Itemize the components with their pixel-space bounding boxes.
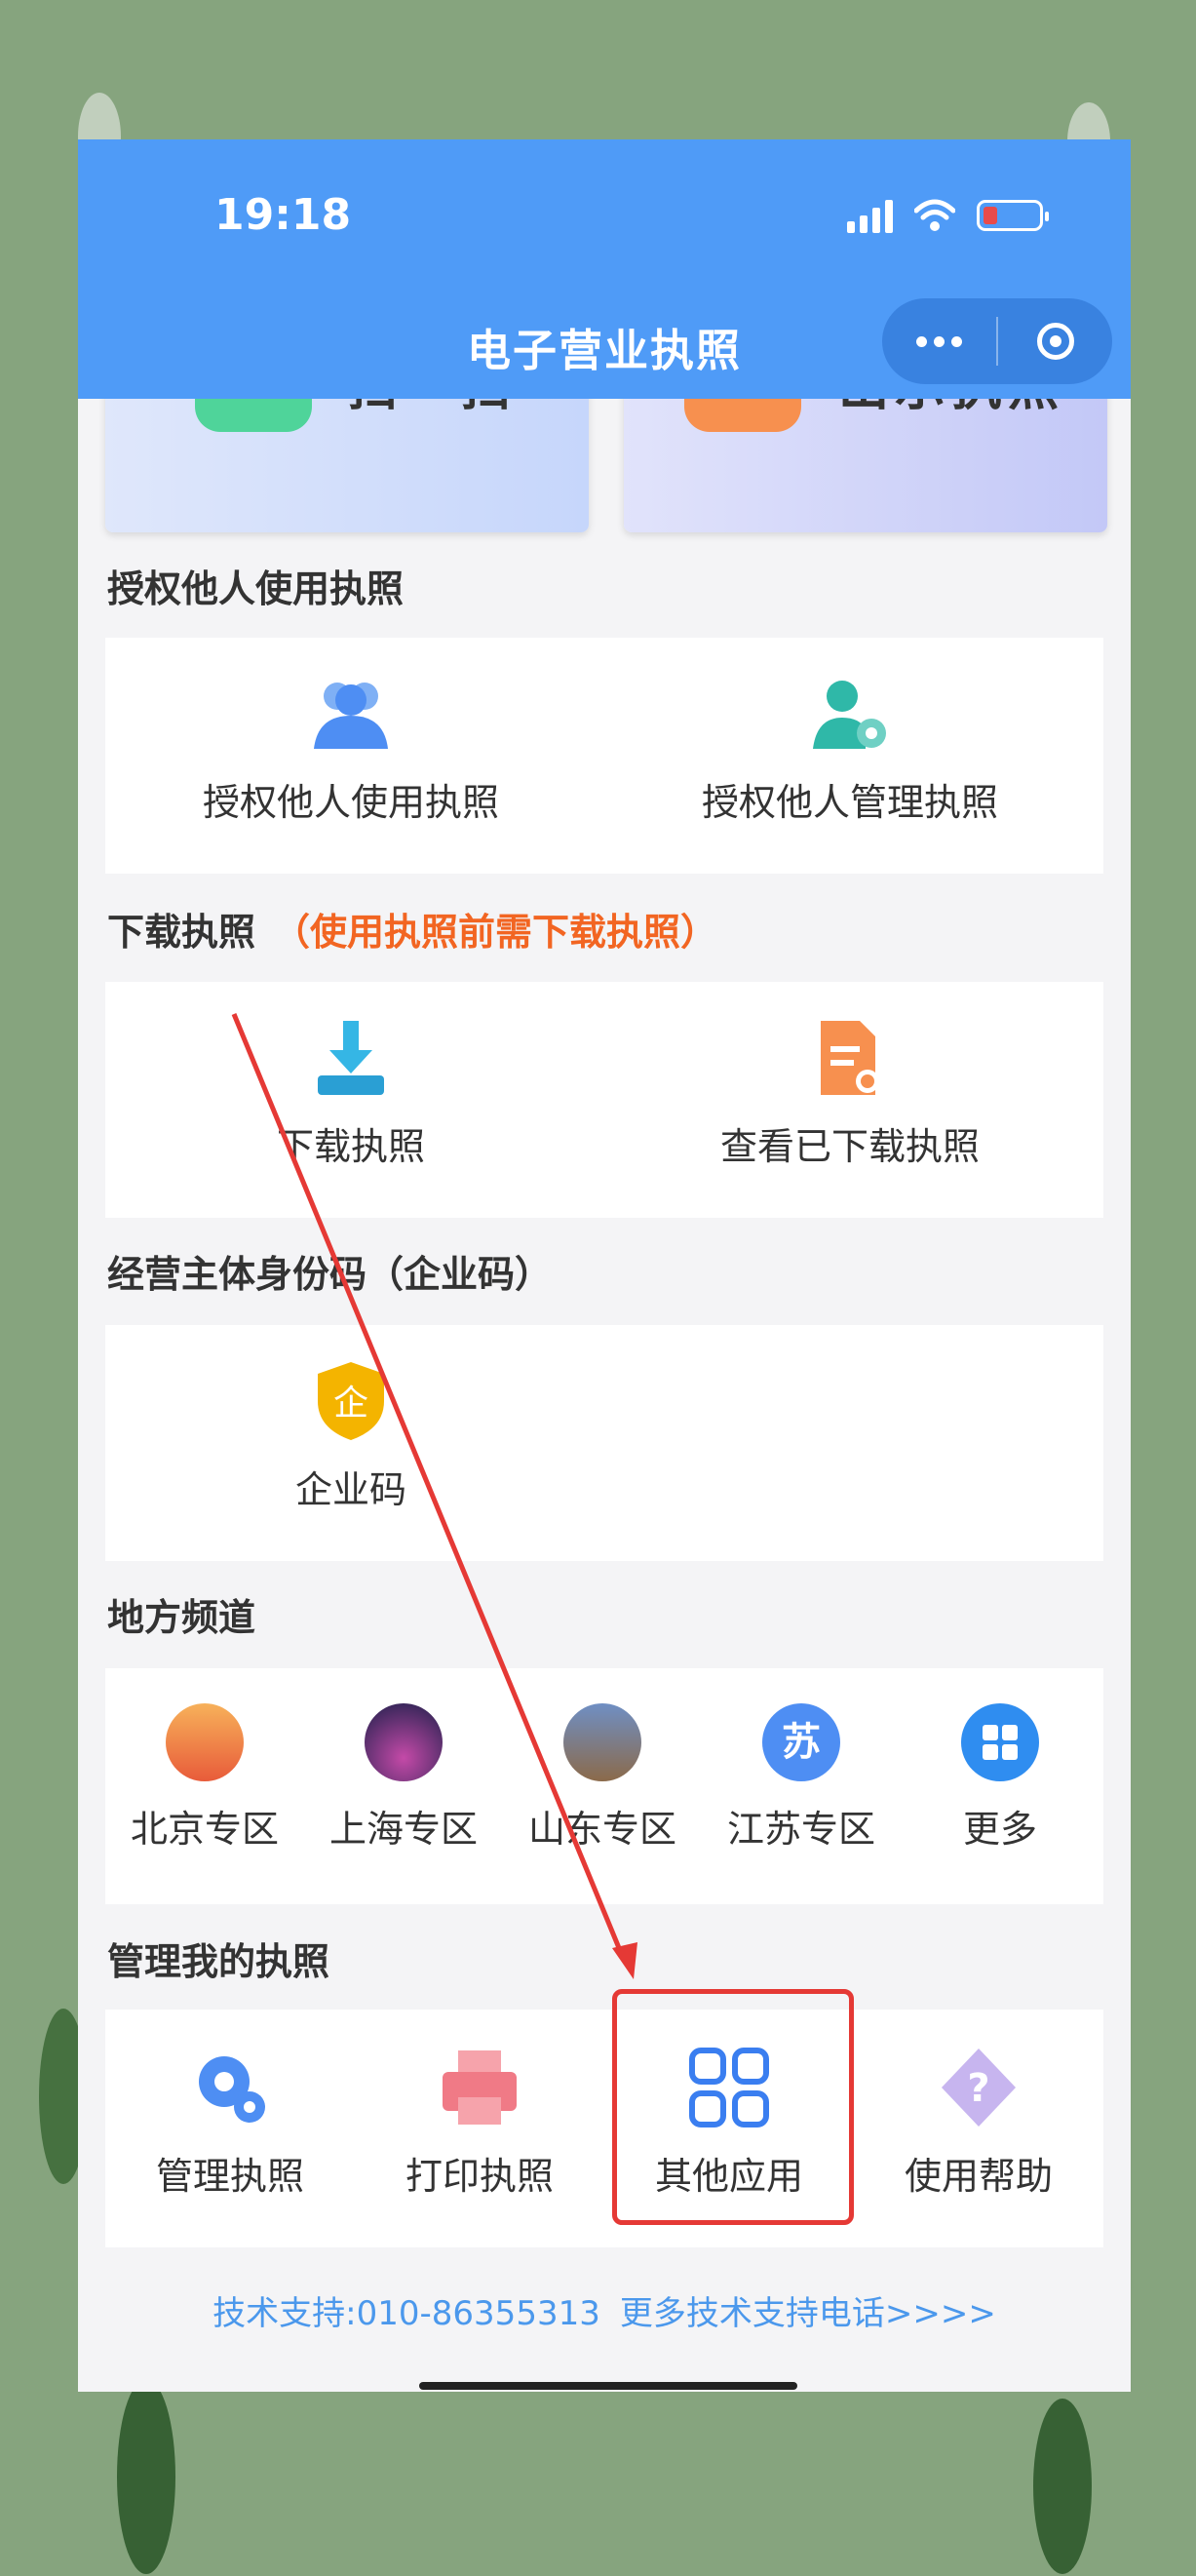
- wifi-icon: [914, 199, 955, 231]
- phone-screen: 19:18 电子营业执照 扫一扫 出示执照 授权他人使用执照: [78, 139, 1131, 2392]
- shanghai-avatar: [365, 1703, 443, 1781]
- section-title-download: 下载执照 （使用执照前需下载执照）: [107, 902, 717, 956]
- more-support-link[interactable]: 更多技术支持电话>>>>: [620, 2294, 996, 2333]
- item-label: 授权他人管理执照: [701, 781, 998, 824]
- enterprise-code-button[interactable]: 企 企业码: [185, 1360, 517, 1513]
- jiangsu-avatar: 苏: [762, 1703, 840, 1781]
- home-indicator: [419, 2382, 797, 2390]
- section-title-manage: 管理我的执照: [107, 1940, 330, 1983]
- authorize-manage-button[interactable]: 授权他人管理执照: [684, 673, 1016, 826]
- more-options-icon[interactable]: [882, 335, 996, 347]
- jiangsu-zone-button[interactable]: 苏 江苏专区: [702, 1703, 901, 1853]
- beijing-avatar: [166, 1703, 244, 1781]
- item-label: 查看已下载执照: [719, 1125, 980, 1168]
- grid-icon: [961, 1703, 1039, 1781]
- help-icon: ?: [938, 2047, 1020, 2128]
- jiangsu-char: 苏: [782, 1720, 821, 1765]
- item-label: 更多: [962, 1808, 1037, 1851]
- download-icon: [310, 1017, 392, 1099]
- panel-manage: 管理执照 打印执照 其他应用 ? 使用帮助: [105, 2010, 1103, 2247]
- item-label: 企业码: [294, 1468, 406, 1511]
- more-zones-button[interactable]: 更多: [901, 1703, 1100, 1853]
- item-label: 江苏专区: [726, 1808, 875, 1851]
- download-license-button[interactable]: 下载执照: [185, 1017, 517, 1170]
- shanghai-zone-button[interactable]: 上海专区: [304, 1703, 503, 1853]
- item-label: 下载执照: [276, 1125, 425, 1168]
- panel-download: 下载执照 查看已下载执照: [105, 982, 1103, 1218]
- item-label: 授权他人使用执照: [202, 781, 499, 824]
- shandong-avatar: [563, 1703, 641, 1781]
- tech-support-footer: 技术支持:010-86355313 更多技术支持电话>>>>: [78, 2286, 1131, 2334]
- svg-text:?: ?: [967, 2066, 989, 2111]
- document-search-icon: [809, 1017, 891, 1099]
- download-title-text: 下载执照: [107, 911, 256, 954]
- shandong-zone-button[interactable]: 山东专区: [503, 1703, 702, 1853]
- target-icon: [1036, 323, 1074, 360]
- print-license-button[interactable]: 打印执照: [355, 2047, 604, 2200]
- highlight-box: [612, 1989, 854, 2225]
- gear-icon: [189, 2047, 271, 2128]
- item-label: 管理执照: [155, 2155, 304, 2198]
- panel-local: 北京专区 上海专区 山东专区 苏 江苏专区 更多: [105, 1668, 1103, 1904]
- panel-identity: 企 企业码: [105, 1325, 1103, 1561]
- support-phone-link[interactable]: 技术支持:010-86355313: [212, 2294, 600, 2333]
- printer-icon: [439, 2047, 521, 2128]
- panel-authorize: 授权他人使用执照 授权他人管理执照: [105, 638, 1103, 874]
- item-label: 上海专区: [328, 1808, 478, 1851]
- help-button[interactable]: ? 使用帮助: [854, 2047, 1103, 2200]
- authorize-use-button[interactable]: 授权他人使用执照: [185, 673, 517, 826]
- mini-program-capsule: [882, 298, 1112, 384]
- manage-license-button[interactable]: 管理执照: [105, 2047, 355, 2200]
- item-label: 使用帮助: [904, 2155, 1053, 2198]
- users-icon: [310, 673, 392, 755]
- download-note: （使用执照前需下载执照）: [273, 911, 718, 954]
- section-title-authorize: 授权他人使用执照: [107, 567, 405, 610]
- signal-icon: [847, 198, 893, 233]
- close-mini-program-button[interactable]: [998, 323, 1112, 360]
- background-leaf: [117, 2379, 175, 2574]
- status-icons: [847, 198, 1049, 233]
- item-label: 北京专区: [130, 1808, 279, 1851]
- view-downloaded-button[interactable]: 查看已下载执照: [684, 1017, 1016, 1170]
- section-title-identity: 经营主体身份码（企业码）: [107, 1253, 553, 1296]
- beijing-zone-button[interactable]: 北京专区: [105, 1703, 304, 1853]
- item-label: 打印执照: [405, 2155, 554, 2198]
- status-time: 19:18: [214, 190, 352, 240]
- item-label: 山东专区: [527, 1808, 676, 1851]
- header: 19:18 电子营业执照: [78, 139, 1131, 399]
- background-leaf: [1033, 2399, 1092, 2574]
- section-title-local: 地方频道: [107, 1596, 256, 1639]
- shield-char: 企: [333, 1384, 368, 1424]
- user-gear-icon: [809, 673, 891, 755]
- battery-icon: [977, 200, 1049, 231]
- shield-icon: 企: [314, 1360, 388, 1442]
